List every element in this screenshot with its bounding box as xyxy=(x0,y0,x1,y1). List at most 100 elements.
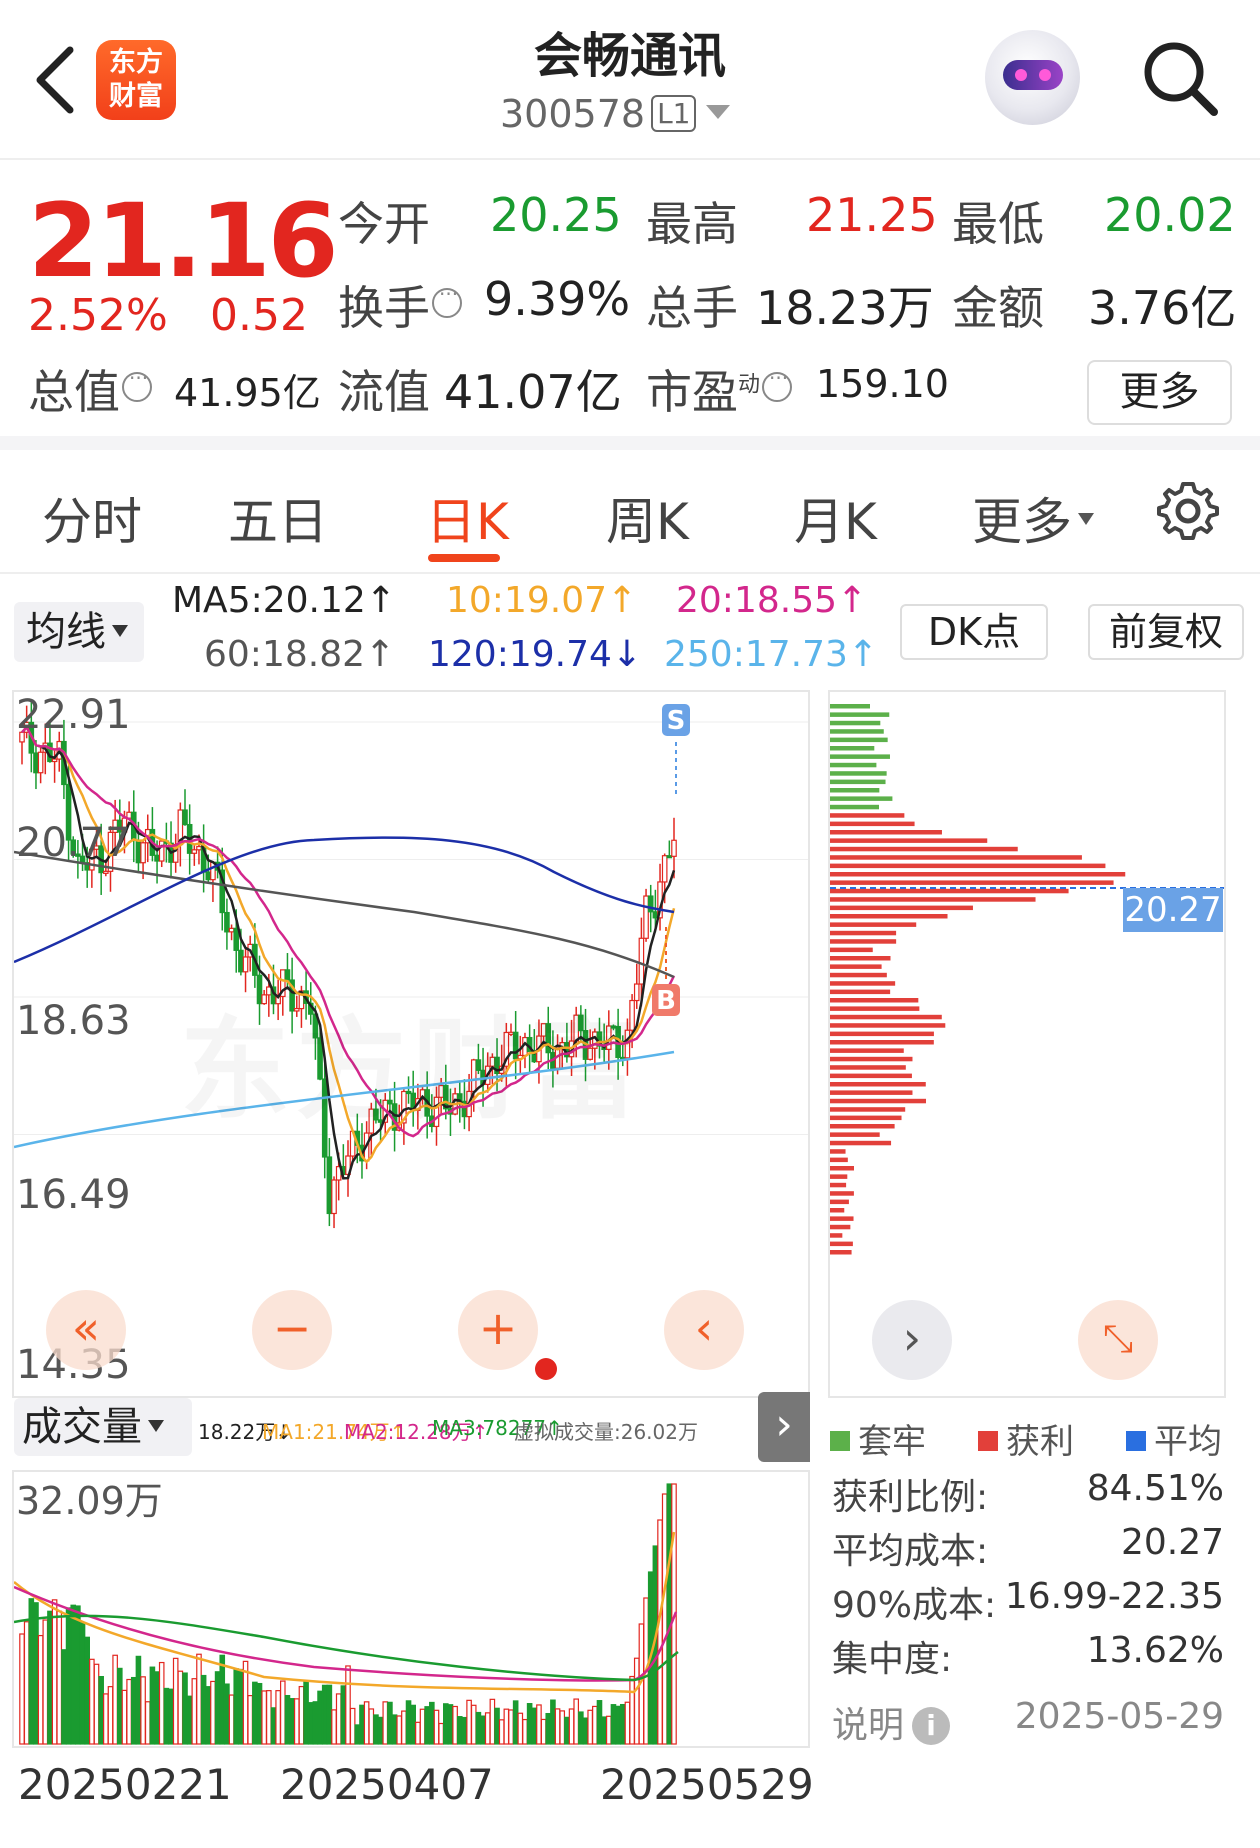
chevron-right-icon[interactable]: › xyxy=(758,1392,810,1462)
candle-body xyxy=(205,871,212,881)
volume-bar xyxy=(228,1694,235,1745)
indicator-selector[interactable]: 成交量 xyxy=(14,1398,192,1456)
level-badge: L1 xyxy=(651,95,697,132)
stock-code: 300578 xyxy=(500,92,646,136)
volume-bar xyxy=(112,1654,118,1745)
tab-weekly-k[interactable]: 周K xyxy=(606,482,689,554)
volume-bar xyxy=(354,1724,361,1745)
back-arrow-icon[interactable] xyxy=(30,40,90,120)
chip-bar xyxy=(830,905,973,911)
chip-bar xyxy=(830,888,1069,894)
tab-more[interactable]: 更多 xyxy=(972,482,1094,554)
volume-bar xyxy=(512,1700,519,1745)
chip-bar xyxy=(830,1208,845,1213)
chip-bar xyxy=(830,1098,927,1104)
top-bar: 东方 财富 会畅通讯 300578 L1 xyxy=(0,0,1260,160)
volume-bar xyxy=(382,1701,389,1745)
avg-cost-label: 平均成本: xyxy=(832,1531,989,1572)
volume-bar xyxy=(554,1708,561,1745)
volume-bar xyxy=(657,1519,663,1745)
quote-panel: 21.16 2.52% 0.52 今开 20.25 最高 21.25 最低 20… xyxy=(0,160,1260,450)
chip-bar xyxy=(830,872,1126,877)
candle-body xyxy=(233,927,240,951)
ma120-value: 120:19.74↓ xyxy=(428,634,643,675)
volume-bar xyxy=(373,1714,379,1745)
tab-monthly-k[interactable]: 月K xyxy=(794,482,877,554)
note-button[interactable]: 说明 i xyxy=(832,1696,951,1748)
active-tab-indicator xyxy=(428,554,500,562)
tab-daily-k[interactable]: 日K xyxy=(426,482,509,554)
zoom-out-minus-icon[interactable]: − xyxy=(252,1290,332,1370)
volume-bar xyxy=(326,1684,333,1745)
last-price: 21.16 xyxy=(28,182,339,301)
expand-icon[interactable]: ⤡ xyxy=(1078,1300,1158,1380)
mktcap-value: 41.95亿 xyxy=(174,371,321,415)
chip-bar xyxy=(830,1250,852,1255)
gear-icon[interactable] xyxy=(1155,478,1221,544)
chip-bar xyxy=(830,1140,892,1146)
volume-bar xyxy=(461,1716,468,1745)
chip-bar xyxy=(830,1014,942,1020)
volume-top-label: 32.09万 xyxy=(16,1479,163,1523)
zoom-in-plus-icon[interactable]: + xyxy=(458,1290,538,1370)
ma250-value: 250:17.73↑ xyxy=(664,634,879,675)
left-icon[interactable]: ‹ xyxy=(664,1290,744,1370)
volume-bar xyxy=(359,1704,365,1745)
volume-bar xyxy=(168,1688,174,1745)
adjust-button[interactable]: 前复权 xyxy=(1088,604,1244,660)
ma5-value: MA5:20.12↑ xyxy=(172,580,396,621)
volume-bar xyxy=(615,1705,621,1745)
volume-bar xyxy=(531,1707,538,1745)
chevron-down-icon xyxy=(112,625,128,637)
chevron-right-icon[interactable]: › xyxy=(872,1300,952,1380)
candle-body xyxy=(154,854,160,862)
low-label: 最低 xyxy=(952,197,1044,251)
mktcap-label[interactable]: 总值 xyxy=(28,356,152,422)
float-label: 流值 xyxy=(338,365,430,419)
volume-bar xyxy=(284,1694,291,1745)
volume-bar xyxy=(293,1698,300,1745)
dk-point-button[interactable]: DK点 xyxy=(900,604,1048,660)
high-label: 最高 xyxy=(646,197,738,251)
ma-selector[interactable]: 均线 xyxy=(14,602,144,662)
candle-body xyxy=(228,927,235,933)
chip-bar xyxy=(830,880,1114,885)
chip-bar xyxy=(830,1224,851,1230)
virtual-volume: 虚拟成交量:26.02万 xyxy=(514,1420,698,1444)
volume-bar xyxy=(154,1671,160,1745)
tab-five-day[interactable]: 五日 xyxy=(228,482,328,554)
float-value: 41.07亿 xyxy=(444,365,622,419)
volume-bar xyxy=(429,1701,435,1745)
pe-label[interactable]: 市盈动 xyxy=(646,356,793,422)
chip-bar xyxy=(830,779,886,785)
chip-bar xyxy=(830,796,893,801)
chip-bar xyxy=(830,746,875,751)
volume-bar xyxy=(191,1678,198,1745)
ma20-value: 20:18.55↑ xyxy=(676,580,868,621)
volume-bar xyxy=(503,1708,510,1745)
volume-bar xyxy=(98,1675,104,1745)
search-icon[interactable] xyxy=(1140,38,1220,118)
tab-intraday[interactable]: 分时 xyxy=(42,482,142,554)
candle-body xyxy=(647,895,654,913)
candle-body xyxy=(652,911,659,919)
chip-bar xyxy=(830,1124,895,1129)
ai-assistant-robot-icon[interactable] xyxy=(985,30,1080,125)
more-quote-button[interactable]: 更多 xyxy=(1087,360,1232,425)
volume-bar xyxy=(345,1665,351,1745)
volume-bar xyxy=(470,1704,477,1745)
chip-bar xyxy=(830,1006,920,1011)
chip-bar xyxy=(830,771,887,776)
turnover-label[interactable]: 换手 xyxy=(338,272,462,338)
chip-distribution-chart[interactable] xyxy=(828,690,1226,1398)
volume-bar xyxy=(410,1704,417,1745)
volume-bar xyxy=(247,1695,254,1745)
stock-code-selector[interactable]: 300578 L1 xyxy=(500,92,731,136)
volume-bar xyxy=(433,1709,440,1745)
double-left-icon[interactable]: « xyxy=(46,1290,126,1370)
candle-body xyxy=(242,956,249,973)
volume-bar xyxy=(363,1701,370,1745)
volume-bar xyxy=(391,1714,398,1745)
chip-bar xyxy=(830,1090,913,1095)
chip-bar xyxy=(830,1241,853,1247)
